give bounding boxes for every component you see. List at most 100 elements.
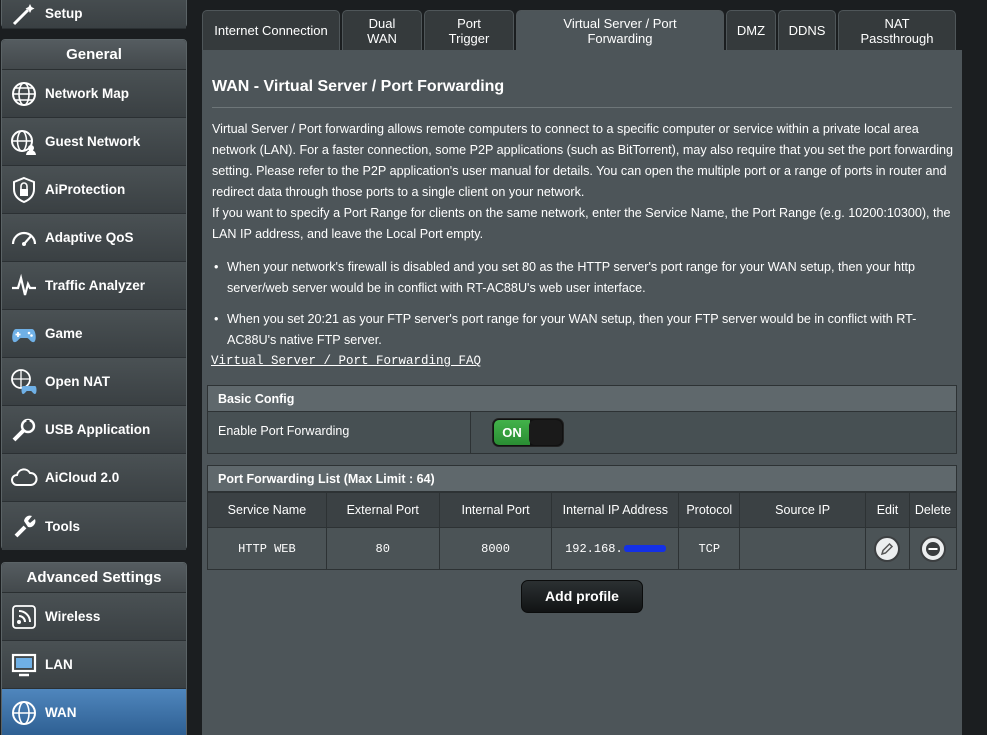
column-divider [470,412,471,454]
ip-value-wrap: 192.168. [565,542,666,556]
bullet-icon: • [214,312,219,326]
sidebar-item-label: Guest Network [45,134,141,149]
note-text: When your network's firewall is disabled… [227,260,915,295]
cell-service-name: HTTP WEB [207,527,327,570]
sidebar-item-label: AiProtection [45,182,126,197]
minus-circle-icon [925,541,940,556]
edit-button[interactable] [874,535,901,562]
gamepad-icon [9,319,39,349]
sidebar-item-tools[interactable]: Tools [2,502,186,550]
globe-network-icon [9,79,39,109]
sidebar-item-adaptive-qos[interactable]: Adaptive QoS [2,214,186,262]
page-title: WAN - Virtual Server / Port Forwarding [212,78,505,95]
sidebar-item-network-map[interactable]: Network Map [2,70,186,118]
monitor-icon [9,650,39,680]
sidebar-item-label: Open NAT [45,374,110,389]
bullet-icon: • [214,260,219,274]
add-profile-button[interactable]: Add profile [521,580,643,613]
sidebar-item-label: Network Map [45,86,130,101]
column-service-name: Service Name [207,492,327,528]
sidebar-item-label: Adaptive QoS [45,230,134,245]
sidebar-item-open-nat[interactable]: Open NAT [2,358,186,406]
sidebar-advanced: Advanced Settings Wireless LAN WAN [1,562,187,735]
sidebar-item-guest-network[interactable]: Guest Network [2,118,186,166]
tab-virtual-server[interactable]: Virtual Server / Port Forwarding [516,10,724,50]
description-paragraph-2: If you want to specify a Port Range for … [212,206,951,241]
sidebar-item-game[interactable]: Game [2,310,186,358]
sidebar-item-lan[interactable]: LAN [2,641,186,689]
speedometer-icon [9,223,39,253]
sidebar-general: General Network Map Guest Network AiProt… [1,39,187,550]
sidebar-setup: Setup [1,0,187,29]
globe-guest-icon [9,127,39,157]
sidebar-item-usb-application[interactable]: USB Application [2,406,186,454]
sidebar-general-title: General [2,40,186,70]
basic-config-header: Basic Config [207,385,957,412]
globe-gamepad-icon [9,367,39,397]
enable-port-forwarding-row: Enable Port Forwarding ON [207,412,957,454]
sidebar-item-label: USB Application [45,422,151,437]
sidebar-item-wan[interactable]: WAN [2,689,186,735]
toggle-on-label: ON [494,420,530,445]
wrench-icon [9,511,39,541]
note-bullet-2: • When you set 20:21 as your FTP server'… [212,309,957,351]
sidebar-item-label: Wireless [45,609,101,624]
sidebar-item-label: Tools [45,518,80,534]
cloud-icon [9,463,39,493]
column-edit: Edit [865,492,910,528]
tab-port-trigger[interactable]: Port Trigger [424,10,514,50]
sidebar-item-label: Game [45,326,83,341]
faq-link[interactable]: Virtual Server / Port Forwarding FAQ [211,354,481,368]
port-forwarding-table: Service Name External Port Internal Port… [207,492,958,570]
shield-lock-icon [9,175,39,205]
tab-ddns[interactable]: DDNS [778,10,836,50]
wand-icon [9,0,39,29]
column-protocol: Protocol [678,492,741,528]
note-text: When you set 20:21 as your FTP server's … [227,312,917,347]
description: Virtual Server / Port forwarding allows … [212,119,957,245]
sidebar-advanced-title: Advanced Settings [2,563,186,593]
main-panel: WAN - Virtual Server / Port Forwarding V… [202,50,962,735]
column-source-ip: Source IP [739,492,867,528]
tab-dual-wan[interactable]: Dual WAN [342,10,422,50]
column-delete: Delete [908,492,958,528]
column-internal-port: Internal Port [438,492,553,528]
table-row: HTTP WEB 80 8000 192.168. TCP [207,527,958,570]
description-paragraph-1: Virtual Server / Port forwarding allows … [212,122,954,199]
sidebar-item-label: Traffic Analyzer [45,278,146,293]
column-external-port: External Port [325,492,440,528]
cell-internal-ip: 192.168. [551,527,680,570]
cell-external-port: 80 [325,527,440,570]
sidebar-item-label: LAN [45,657,73,672]
delete-button[interactable] [919,535,946,562]
sidebar-item-wireless[interactable]: Wireless [2,593,186,641]
tab-nat-passthrough[interactable]: NAT Passthrough [838,10,956,50]
tab-internet-connection[interactable]: Internet Connection [202,10,340,50]
enable-port-forwarding-toggle[interactable]: ON [492,418,564,447]
enable-port-forwarding-label: Enable Port Forwarding [218,424,350,438]
pulse-chart-icon [9,271,39,301]
redaction-mark [623,544,666,552]
wifi-icon [9,602,39,632]
port-forwarding-list-header: Port Forwarding List (Max Limit : 64) [207,465,957,492]
cell-edit [865,527,910,570]
sidebar-item-setup[interactable]: Setup [2,0,186,29]
cell-delete [908,527,958,570]
cell-protocol: TCP [678,527,741,570]
table-header-row: Service Name External Port Internal Port… [207,492,958,528]
router-admin-page: Setup General Network Map Guest Network … [0,0,987,735]
note-bullet-1: • When your network's firewall is disabl… [212,257,957,299]
globe-icon [9,698,39,728]
title-divider [212,107,952,108]
sidebar-item-aiprotection[interactable]: AiProtection [2,166,186,214]
ip-value: 192.168. [565,541,623,556]
sidebar-item-label: AiCloud 2.0 [45,470,120,485]
pencil-icon [881,542,894,555]
sidebar-item-traffic-analyzer[interactable]: Traffic Analyzer [2,262,186,310]
tab-dmz[interactable]: DMZ [726,10,776,50]
sidebar-item-label: Setup [45,6,83,21]
usb-wrench-icon [9,415,39,445]
cell-source-ip [739,527,867,570]
cell-internal-port: 8000 [438,527,553,570]
sidebar-item-aicloud[interactable]: AiCloud 2.0 [2,454,186,502]
